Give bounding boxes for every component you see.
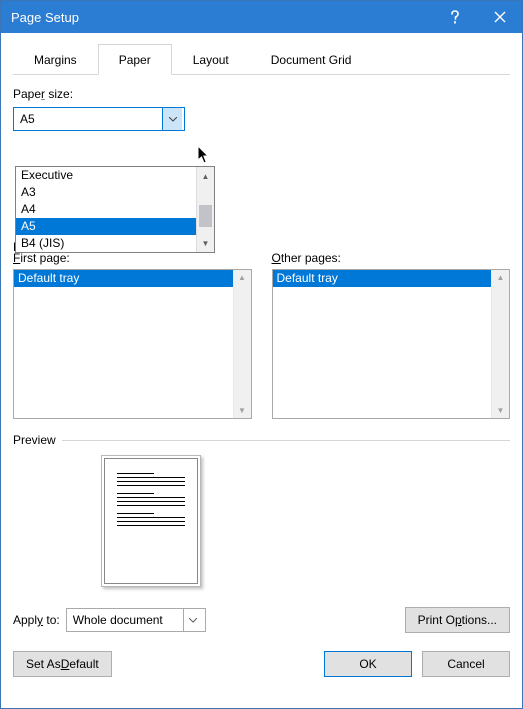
tabstrip: Margins Paper Layout Document Grid [13, 43, 510, 75]
cancel-button[interactable]: Cancel [422, 651, 510, 677]
scroll-up-icon[interactable]: ▲ [197, 167, 214, 185]
other-pages-scrollbar: ▲▼ [491, 270, 509, 418]
first-page-scrollbar: ▲▼ [233, 270, 251, 418]
paper-size-option-a3[interactable]: A3 [16, 184, 196, 201]
dropdown-scrollbar[interactable]: ▲ ▼ [196, 167, 214, 252]
paper-size-combo[interactable] [13, 107, 185, 131]
tab-paper-label: Paper [119, 53, 151, 67]
dialog-title: Page Setup [11, 10, 432, 25]
paper-size-option-b4jis[interactable]: B4 (JIS) [16, 235, 196, 252]
tab-document-grid[interactable]: Document Grid [250, 44, 373, 75]
first-page-option-default[interactable]: Default tray [14, 270, 233, 287]
tab-document-grid-label: Document Grid [271, 53, 352, 67]
set-as-default-button[interactable]: Set As Default [13, 651, 112, 677]
help-button[interactable] [432, 1, 477, 33]
paper-size-dropdown-button[interactable] [162, 108, 182, 130]
scroll-thumb[interactable] [199, 205, 212, 227]
paper-size-label: Paper size: [13, 87, 510, 101]
tab-margins-label: Margins [34, 53, 77, 67]
first-page-listbox[interactable]: Default tray ▲▼ [13, 269, 252, 419]
other-pages-listbox[interactable]: Default tray ▲▼ [272, 269, 511, 419]
scroll-down-icon[interactable]: ▼ [197, 234, 214, 252]
titlebar: Page Setup [1, 1, 522, 33]
preview-label: Preview [13, 433, 56, 447]
tab-layout-label: Layout [193, 53, 229, 67]
paper-size-dropdown-list[interactable]: Executive A3 A4 A5 B4 (JIS) ▲ ▼ [15, 166, 215, 253]
apply-to-input[interactable] [67, 609, 183, 631]
preview-thumbnail [101, 455, 201, 587]
paper-size-option-a4[interactable]: A4 [16, 201, 196, 218]
apply-to-dropdown-button[interactable] [183, 609, 203, 631]
tab-layout[interactable]: Layout [172, 44, 250, 75]
page-setup-dialog: Page Setup Margins Paper Layout Document… [0, 0, 523, 709]
paper-size-option-executive[interactable]: Executive [16, 167, 196, 184]
paper-size-input[interactable] [14, 108, 162, 130]
other-pages-option-default[interactable]: Default tray [273, 270, 492, 287]
ok-button[interactable]: OK [324, 651, 412, 677]
print-options-button[interactable]: Print Options... [405, 607, 510, 633]
close-button[interactable] [477, 1, 522, 33]
apply-to-combo[interactable] [66, 608, 206, 632]
tab-margins[interactable]: Margins [13, 44, 98, 75]
tab-paper[interactable]: Paper [98, 44, 172, 75]
paper-size-option-a5[interactable]: A5 [16, 218, 196, 235]
